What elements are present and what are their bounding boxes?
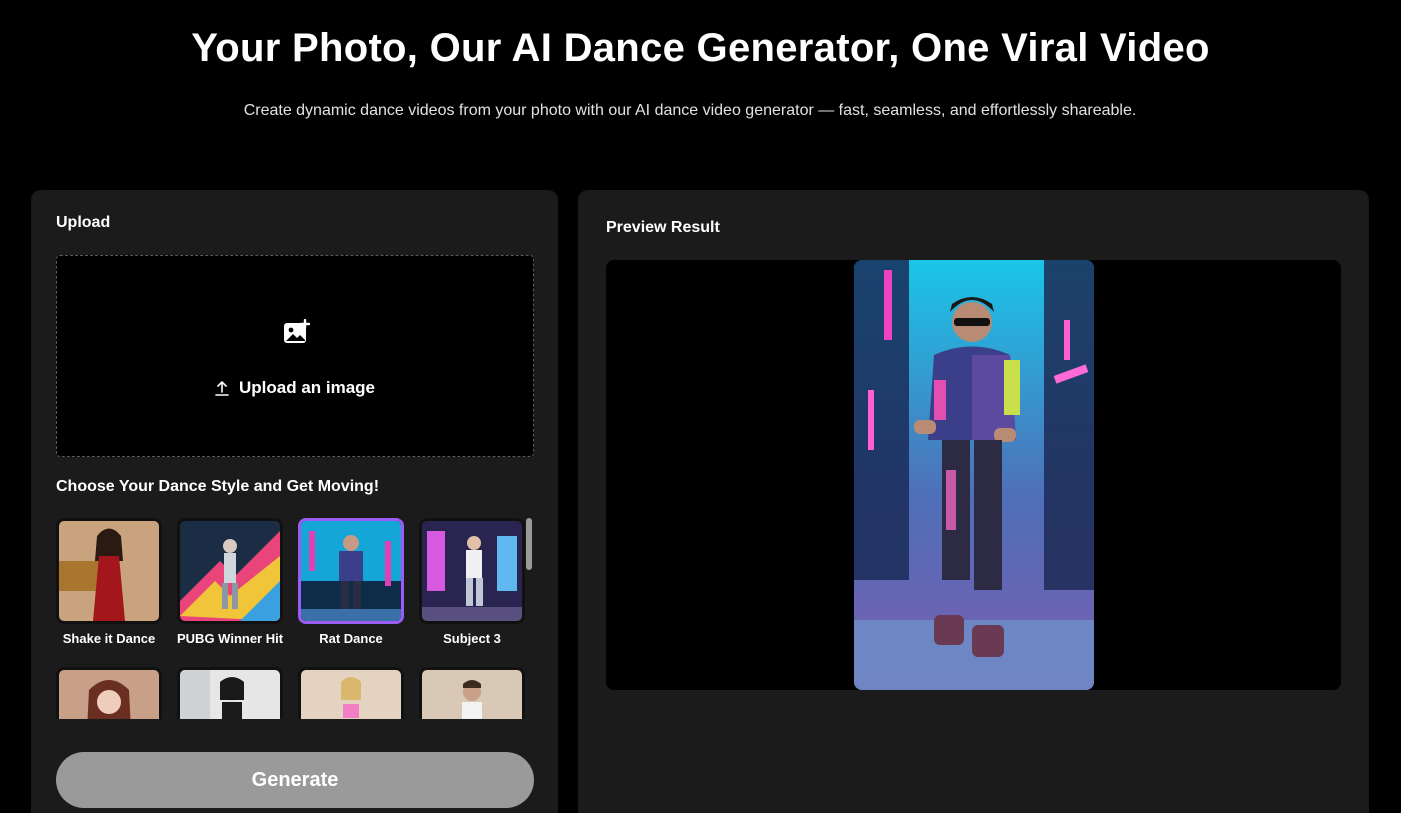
dance-style-thumbnail	[419, 667, 525, 719]
dance-style-pubg-winner-hit[interactable]: PUBG Winner Hit	[177, 518, 283, 646]
preview-area	[606, 260, 1341, 690]
dance-style-label: PUBG Winner Hit	[177, 631, 284, 646]
dance-style-thumbnail	[419, 518, 525, 624]
dance-style-label: Shake it Dance	[62, 631, 156, 646]
dance-style-card[interactable]	[419, 667, 525, 719]
dance-style-heading: Choose Your Dance Style and Get Moving!	[56, 478, 380, 495]
dance-style-card[interactable]	[56, 667, 162, 719]
dance-style-shake-it-dance[interactable]: Shake it Dance	[56, 518, 162, 646]
dance-style-thumbnail	[56, 667, 162, 719]
add-photo-icon	[284, 319, 311, 343]
dance-style-thumbnail	[56, 518, 162, 624]
upload-panel: Upload Upload an image Choose Your Dance…	[31, 190, 558, 813]
dance-style-scrollbar[interactable]	[526, 518, 532, 570]
dance-style-thumbnail	[298, 667, 404, 719]
dance-style-card[interactable]	[177, 667, 283, 719]
dance-style-thumbnail	[298, 518, 404, 624]
page-subtitle: Create dynamic dance videos from your ph…	[243, 102, 1137, 119]
dance-style-label: Rat Dance	[319, 631, 383, 646]
dance-style-subject-3[interactable]: Subject 3	[419, 518, 525, 646]
dance-style-grid: Shake it Dance PUBG Winner Hit Rat Dance…	[56, 518, 536, 719]
upload-dropzone[interactable]: Upload an image	[56, 255, 534, 457]
generate-button[interactable]: Generate	[56, 752, 534, 808]
dance-style-thumbnail	[177, 667, 283, 719]
preview-panel: Preview Result	[578, 190, 1369, 813]
dance-style-thumbnail	[177, 518, 283, 624]
dance-style-rat-dance[interactable]: Rat Dance	[298, 518, 404, 646]
page: Your Photo, Our AI Dance Generator, One …	[0, 0, 1401, 813]
dance-style-label: Subject 3	[443, 631, 501, 646]
dance-style-card[interactable]	[298, 667, 404, 719]
upload-label: Upload an image	[238, 378, 376, 397]
page-title: Your Photo, Our AI Dance Generator, One …	[191, 26, 1210, 70]
preview-heading: Preview Result	[606, 219, 720, 236]
preview-video[interactable]	[854, 260, 1094, 690]
upload-heading: Upload	[56, 214, 111, 231]
upload-arrow-icon	[215, 381, 229, 396]
